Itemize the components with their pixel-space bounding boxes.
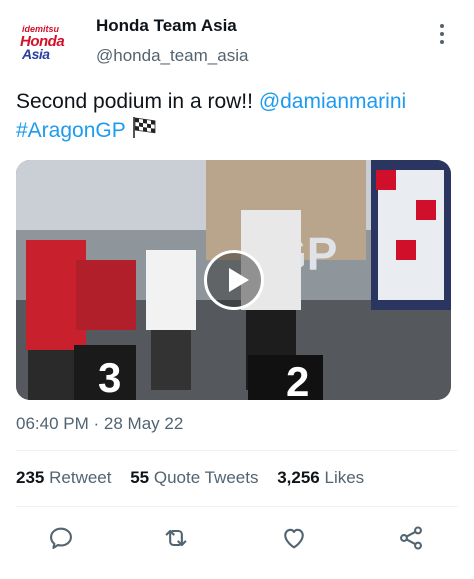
svg-text:3: 3 (98, 354, 121, 400)
more-options-icon[interactable] (432, 22, 452, 46)
retweets-label: Retweet (49, 468, 112, 487)
quotes-count: 55 (130, 468, 150, 487)
engagement-stats: 235 Retweet 55 Quote Tweets 3,256 Likes (16, 468, 378, 488)
like-icon[interactable] (280, 524, 312, 556)
tweet-time: 06:40 PM (16, 414, 89, 433)
avatar[interactable]: idemitsu Honda Asia (16, 18, 84, 64)
quotes-label: Quote Tweets (153, 468, 259, 487)
display-name[interactable]: Honda Team Asia (96, 16, 237, 36)
quotes-stat[interactable]: 55 Quote Tweets (130, 468, 258, 487)
likes-label: Likes (324, 468, 365, 487)
tweet-text-prefix: Second podium in a row!! (16, 90, 259, 113)
avatar-brand-sub: Asia (22, 46, 50, 62)
retweet-icon[interactable] (162, 524, 194, 556)
play-button-icon[interactable] (204, 250, 264, 310)
share-icon[interactable] (397, 524, 429, 556)
reply-icon[interactable] (47, 524, 79, 556)
tweet-timestamp[interactable]: 06:40 PM · 28 May 22 (16, 414, 183, 434)
chequered-flag-icon (131, 115, 157, 146)
timestamp-separator: · (93, 414, 100, 433)
tweet-text: Second podium in a row!! @damianmarini #… (16, 88, 464, 146)
hashtag-link[interactable]: #AragonGP (16, 119, 125, 142)
likes-stat[interactable]: 3,256 Likes (277, 468, 364, 487)
tweet-date: 28 May 22 (103, 414, 184, 433)
retweets-count: 235 (16, 468, 45, 487)
tweet-header: idemitsu Honda Asia Honda Team Asia @hon… (0, 0, 474, 80)
video-media[interactable]: GP 3 2 (16, 160, 451, 400)
divider (16, 450, 458, 451)
svg-text:2: 2 (286, 358, 309, 400)
retweets-stat[interactable]: 235 Retweet (16, 468, 111, 487)
divider (16, 506, 458, 507)
mention-link[interactable]: @damianmarini (259, 90, 406, 113)
likes-count: 3,256 (277, 468, 320, 487)
username-handle[interactable]: @honda_team_asia (96, 46, 248, 66)
tweet-actions (0, 520, 474, 560)
